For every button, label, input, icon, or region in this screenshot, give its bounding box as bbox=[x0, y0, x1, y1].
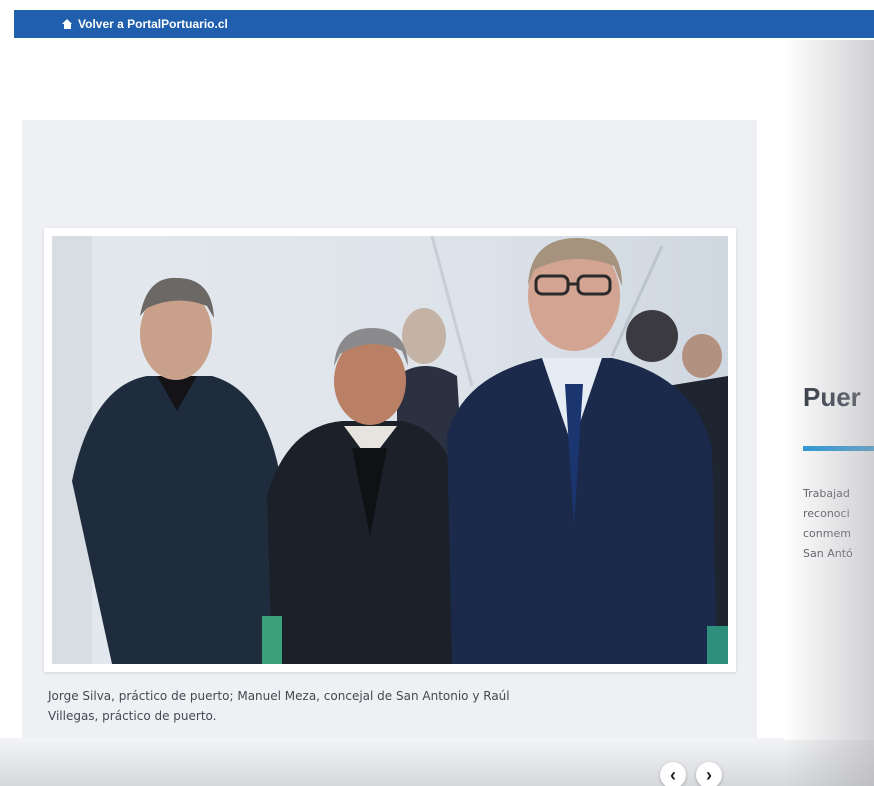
caption-line: Villegas, práctico de puerto. bbox=[48, 709, 217, 723]
photo-frame bbox=[44, 228, 736, 672]
back-to-portal-link[interactable]: Volver a PortalPortuario.cl bbox=[62, 17, 228, 31]
top-navigation-bar: Volver a PortalPortuario.cl bbox=[14, 10, 874, 38]
excerpt-line: reconoci bbox=[803, 507, 850, 520]
gallery-photo[interactable] bbox=[52, 236, 728, 664]
article-excerpt: Trabajad reconoci conmem San Antó bbox=[803, 484, 874, 564]
excerpt-line: San Antó bbox=[803, 547, 853, 560]
excerpt-line: Trabajad bbox=[803, 487, 850, 500]
caption-line: Jorge Silva, práctico de puerto; Manuel … bbox=[48, 689, 510, 703]
gallery-navigation: ‹ › bbox=[660, 762, 722, 786]
chevron-left-icon[interactable]: ‹ bbox=[660, 762, 686, 786]
title-underline bbox=[803, 446, 874, 451]
back-link-label: Volver a PortalPortuario.cl bbox=[78, 17, 228, 31]
home-icon bbox=[62, 19, 73, 29]
gallery-footer bbox=[0, 738, 874, 786]
article-preview-card[interactable]: Puer Trabajad reconoci conmem San Antó bbox=[785, 120, 874, 740]
chevron-right-icon[interactable]: › bbox=[696, 762, 722, 786]
excerpt-line: conmem bbox=[803, 527, 851, 540]
photo-caption: Jorge Silva, práctico de puerto; Manuel … bbox=[48, 686, 688, 726]
article-title: Puer bbox=[803, 382, 861, 412]
